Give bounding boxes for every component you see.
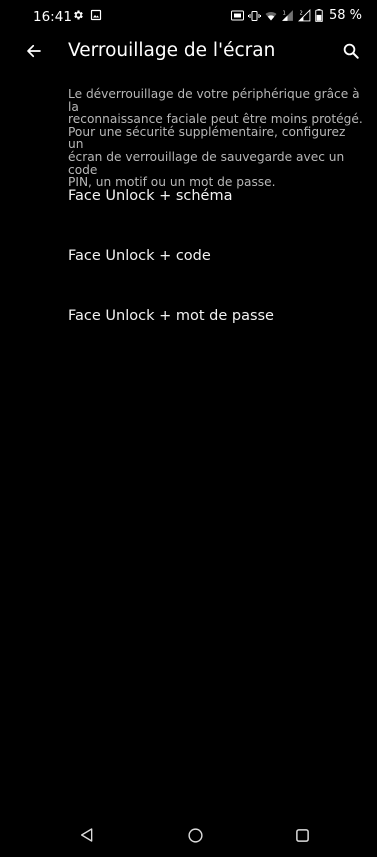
back-button[interactable] — [22, 39, 46, 63]
navigation-bar — [0, 812, 377, 857]
signal-2-icon: 2 — [298, 9, 311, 22]
option-label: Face Unlock + mot de passe — [68, 308, 274, 324]
battery-icon — [315, 9, 323, 22]
nav-back-button[interactable] — [75, 823, 99, 847]
option-face-unlock-pattern[interactable]: Face Unlock + schéma — [0, 170, 377, 230]
vibrate-icon — [247, 10, 261, 22]
square-recents-icon — [295, 828, 309, 842]
option-label: Face Unlock + schéma — [68, 188, 233, 204]
app-bar: Verrouillage de l'écran — [0, 34, 377, 68]
wifi-icon — [265, 10, 277, 22]
option-label: Face Unlock + code — [68, 248, 211, 264]
page-title: Verrouillage de l'écran — [68, 40, 276, 61]
triangle-back-icon — [81, 828, 93, 842]
status-bar: 16:41 1 2 58 % — [0, 0, 377, 34]
search-icon — [343, 43, 359, 59]
signal-1-icon: 1 — [281, 9, 294, 22]
circle-home-icon — [187, 827, 203, 843]
option-face-unlock-password[interactable]: Face Unlock + mot de passe — [0, 290, 377, 350]
image-icon — [90, 9, 102, 21]
svg-text:1: 1 — [283, 10, 286, 16]
option-list: Face Unlock + schéma Face Unlock + code … — [0, 170, 377, 350]
nav-recents-button[interactable] — [290, 823, 314, 847]
status-right-icons: 1 2 58 % — [230, 8, 362, 23]
arrow-left-icon — [27, 44, 41, 58]
battery-percent: 58 % — [328, 8, 362, 23]
nfc-icon — [230, 10, 244, 21]
nav-home-button[interactable] — [183, 823, 207, 847]
svg-text:2: 2 — [300, 10, 303, 16]
search-button[interactable] — [339, 39, 363, 63]
status-time: 16:41 — [33, 9, 72, 25]
gear-icon — [72, 9, 84, 21]
status-left-icons — [72, 9, 102, 21]
option-face-unlock-pin[interactable]: Face Unlock + code — [0, 230, 377, 290]
